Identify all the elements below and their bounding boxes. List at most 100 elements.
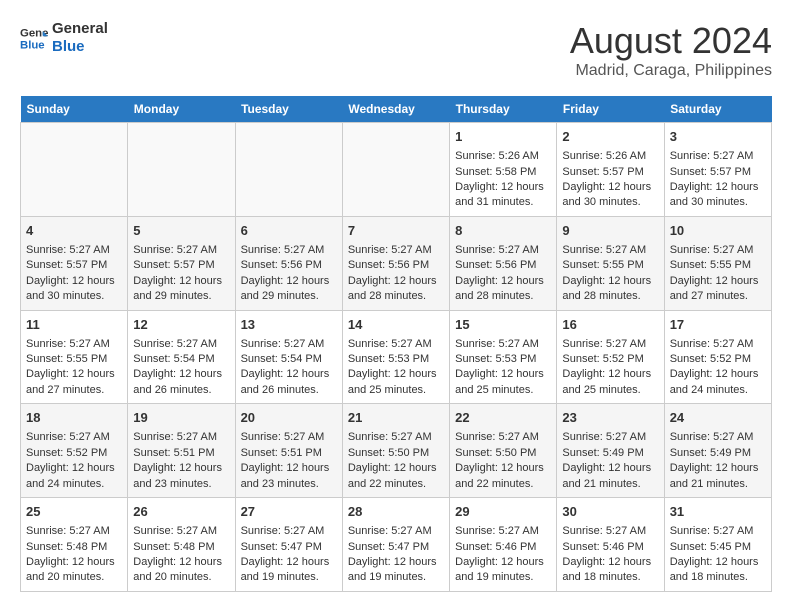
- day-info: Sunset: 5:56 PM: [455, 258, 551, 273]
- calendar-day: 3Sunrise: 5:27 AMSunset: 5:57 PMDaylight…: [664, 123, 771, 217]
- day-info: Daylight: 12 hours: [133, 461, 229, 476]
- calendar-day: 10Sunrise: 5:27 AMSunset: 5:55 PMDayligh…: [664, 216, 771, 310]
- calendar-day: 13Sunrise: 5:27 AMSunset: 5:54 PMDayligh…: [235, 310, 342, 404]
- weekday-header: Sunday: [21, 96, 128, 123]
- day-info: Daylight: 12 hours: [348, 555, 444, 570]
- day-info: Daylight: 12 hours: [562, 555, 658, 570]
- day-info: Daylight: 12 hours: [455, 555, 551, 570]
- day-number: 29: [455, 503, 551, 521]
- day-info: and 20 minutes.: [133, 570, 229, 585]
- calendar-week-row: 25Sunrise: 5:27 AMSunset: 5:48 PMDayligh…: [21, 498, 772, 592]
- day-number: 1: [455, 128, 551, 146]
- day-info: Sunset: 5:50 PM: [348, 446, 444, 461]
- day-info: Sunset: 5:51 PM: [133, 446, 229, 461]
- calendar-day: 4Sunrise: 5:27 AMSunset: 5:57 PMDaylight…: [21, 216, 128, 310]
- day-info: Daylight: 12 hours: [455, 367, 551, 382]
- day-info: Sunset: 5:56 PM: [348, 258, 444, 273]
- calendar-day: 24Sunrise: 5:27 AMSunset: 5:49 PMDayligh…: [664, 404, 771, 498]
- day-info: Sunrise: 5:27 AM: [348, 243, 444, 258]
- day-number: 11: [26, 316, 122, 334]
- calendar-day: 21 Sunrise: 5:27 AMSunset: 5:50 PMDayligh…: [342, 404, 449, 498]
- day-info: Sunset: 5:51 PM: [241, 446, 337, 461]
- day-info: Daylight: 12 hours: [562, 367, 658, 382]
- day-info: Sunrise: 5:27 AM: [26, 430, 122, 445]
- day-number: 21: [348, 409, 444, 427]
- weekday-header: Wednesday: [342, 96, 449, 123]
- calendar-day: 17Sunrise: 5:27 AMSunset: 5:52 PMDayligh…: [664, 310, 771, 404]
- logo: General Blue General Blue: [20, 20, 108, 56]
- day-info: and 19 minutes.: [348, 570, 444, 585]
- day-info: Sunrise: 5:27 AM: [133, 524, 229, 539]
- calendar-day: 8Sunrise: 5:27 AMSunset: 5:56 PMDaylight…: [450, 216, 557, 310]
- day-info: Daylight: 12 hours: [670, 461, 766, 476]
- location: Madrid, Caraga, Philippines: [570, 62, 772, 80]
- day-number: 30: [562, 503, 658, 521]
- day-info: Sunrise: 5:27 AM: [455, 337, 551, 352]
- day-info: Daylight: 12 hours: [241, 461, 337, 476]
- day-info: and 24 minutes.: [670, 383, 766, 398]
- calendar-week-row: 11Sunrise: 5:27 AMSunset: 5:55 PMDayligh…: [21, 310, 772, 404]
- day-info: Sunset: 5:53 PM: [348, 352, 444, 367]
- day-number: 19: [133, 409, 229, 427]
- day-info: Sunrise: 5:27 AM: [241, 524, 337, 539]
- day-info: Sunrise: 5:27 AM: [133, 337, 229, 352]
- weekday-header: Thursday: [450, 96, 557, 123]
- day-info: Sunrise: 5:27 AM: [455, 243, 551, 258]
- day-info: and 25 minutes.: [562, 383, 658, 398]
- day-info: Sunset: 5:46 PM: [455, 540, 551, 555]
- day-info: Sunset: 5:49 PM: [670, 446, 766, 461]
- day-number: 22: [455, 409, 551, 427]
- day-info: and 23 minutes.: [133, 477, 229, 492]
- calendar-day: 30Sunrise: 5:27 AMSunset: 5:46 PMDayligh…: [557, 498, 664, 592]
- day-info: Sunrise: 5:27 AM: [241, 243, 337, 258]
- calendar-day: 14Sunrise: 5:27 AMSunset: 5:53 PMDayligh…: [342, 310, 449, 404]
- day-info: Daylight: 12 hours: [133, 555, 229, 570]
- day-info: Sunrise: 5:27 AM: [241, 430, 337, 445]
- day-info: and 27 minutes.: [26, 383, 122, 398]
- day-info: and 20 minutes.: [26, 570, 122, 585]
- day-number: 9: [562, 222, 658, 240]
- logo-line2: Blue: [52, 38, 108, 56]
- day-number: 10: [670, 222, 766, 240]
- calendar-day: 15Sunrise: 5:27 AMSunset: 5:53 PMDayligh…: [450, 310, 557, 404]
- day-info: and 29 minutes.: [133, 289, 229, 304]
- day-info: and 30 minutes.: [670, 195, 766, 210]
- day-info: Daylight: 12 hours: [562, 274, 658, 289]
- day-info: Sunrise: 5:27 AM: [670, 524, 766, 539]
- day-info: Sunrise: 5:27 AM: [26, 243, 122, 258]
- day-number: 31: [670, 503, 766, 521]
- calendar-day: 5Sunrise: 5:27 AMSunset: 5:57 PMDaylight…: [128, 216, 235, 310]
- day-info: Sunrise: 5:27 AM: [670, 149, 766, 164]
- day-info: Daylight: 12 hours: [26, 555, 122, 570]
- day-info: Daylight: 12 hours: [348, 367, 444, 382]
- svg-text:Blue: Blue: [20, 40, 45, 52]
- calendar-day: [21, 123, 128, 217]
- calendar-day: [235, 123, 342, 217]
- day-info: and 25 minutes.: [455, 383, 551, 398]
- day-number: 17: [670, 316, 766, 334]
- day-info: Daylight: 12 hours: [455, 274, 551, 289]
- day-info: Daylight: 12 hours: [670, 274, 766, 289]
- day-info: Daylight: 12 hours: [26, 461, 122, 476]
- calendar-day: 6Sunrise: 5:27 AMSunset: 5:56 PMDaylight…: [235, 216, 342, 310]
- day-info: Sunrise: 5:27 AM: [562, 337, 658, 352]
- day-info: Sunset: 5:52 PM: [26, 446, 122, 461]
- day-number: 5: [133, 222, 229, 240]
- day-info: Sunrise: 5:27 AM: [348, 430, 444, 445]
- day-info: and 29 minutes.: [241, 289, 337, 304]
- day-number: 20: [241, 409, 337, 427]
- day-info: Sunset: 5:57 PM: [133, 258, 229, 273]
- day-info: Daylight: 12 hours: [348, 461, 444, 476]
- day-number: 12: [133, 316, 229, 334]
- calendar-day: 19 Sunrise: 5:27 AMSunset: 5:51 PMDayligh…: [128, 404, 235, 498]
- day-number: 4: [26, 222, 122, 240]
- day-info: Sunset: 5:57 PM: [26, 258, 122, 273]
- calendar-day: 12Sunrise: 5:27 AMSunset: 5:54 PMDayligh…: [128, 310, 235, 404]
- weekday-header: Tuesday: [235, 96, 342, 123]
- day-info: and 28 minutes.: [562, 289, 658, 304]
- calendar-day: 22Sunrise: 5:27 AMSunset: 5:50 PMDayligh…: [450, 404, 557, 498]
- calendar-day: 16Sunrise: 5:27 AMSunset: 5:52 PMDayligh…: [557, 310, 664, 404]
- day-info: and 19 minutes.: [241, 570, 337, 585]
- day-info: Sunrise: 5:27 AM: [133, 430, 229, 445]
- day-info: Sunset: 5:52 PM: [670, 352, 766, 367]
